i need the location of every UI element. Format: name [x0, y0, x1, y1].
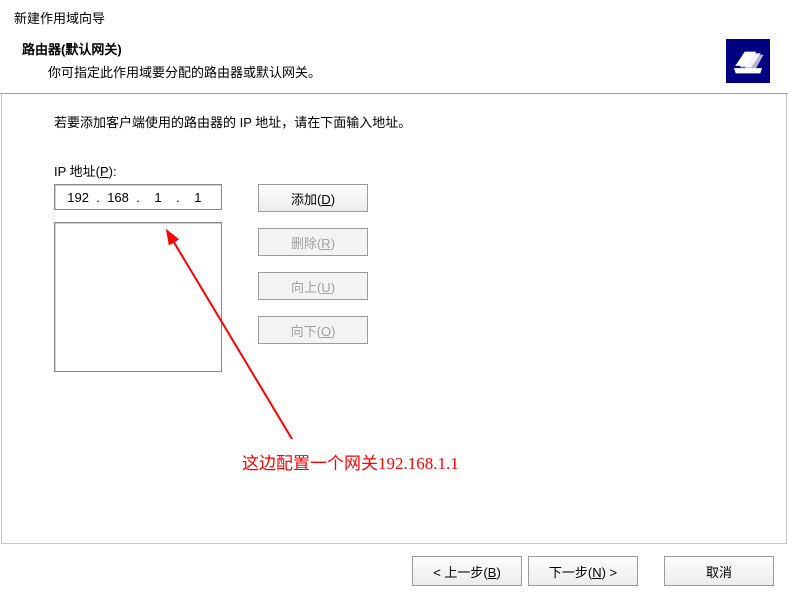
- ip-address-input[interactable]: 192 . 168 . 1 . 1: [54, 184, 222, 210]
- wizard-body: 若要添加客户端使用的路由器的 IP 地址，请在下面输入地址。 IP 地址(P):…: [1, 94, 787, 544]
- remove-button[interactable]: 删除(R): [258, 228, 368, 256]
- ip-octet-4[interactable]: 1: [183, 190, 213, 205]
- header-subtitle: 你可指定此作用域要分配的路由器或默认网关。: [22, 62, 321, 81]
- ip-listbox[interactable]: [54, 222, 222, 372]
- down-button[interactable]: 向下(O): [258, 316, 368, 344]
- instruction-text: 若要添加客户端使用的路由器的 IP 地址，请在下面输入地址。: [54, 112, 734, 131]
- header-title: 路由器(默认网关): [22, 39, 321, 58]
- up-button[interactable]: 向上(U): [258, 272, 368, 300]
- wizard-header: 路由器(默认网关) 你可指定此作用域要分配的路由器或默认网关。: [0, 33, 788, 93]
- ip-address-label: IP 地址(P):: [54, 161, 734, 180]
- annotation-text: 这边配置一个网关192.168.1.1: [242, 449, 459, 474]
- add-button[interactable]: 添加(D): [258, 184, 368, 212]
- ip-octet-1[interactable]: 192: [63, 190, 93, 205]
- back-button[interactable]: < 上一步(B): [412, 556, 522, 586]
- window-title: 新建作用域向导: [0, 0, 788, 33]
- wizard-footer: < 上一步(B) 下一步(N) > 取消: [0, 544, 788, 586]
- server-icon: [726, 39, 770, 83]
- cancel-button[interactable]: 取消: [664, 556, 774, 586]
- ip-octet-2[interactable]: 168: [103, 190, 133, 205]
- next-button[interactable]: 下一步(N) >: [528, 556, 638, 586]
- ip-octet-3[interactable]: 1: [143, 190, 173, 205]
